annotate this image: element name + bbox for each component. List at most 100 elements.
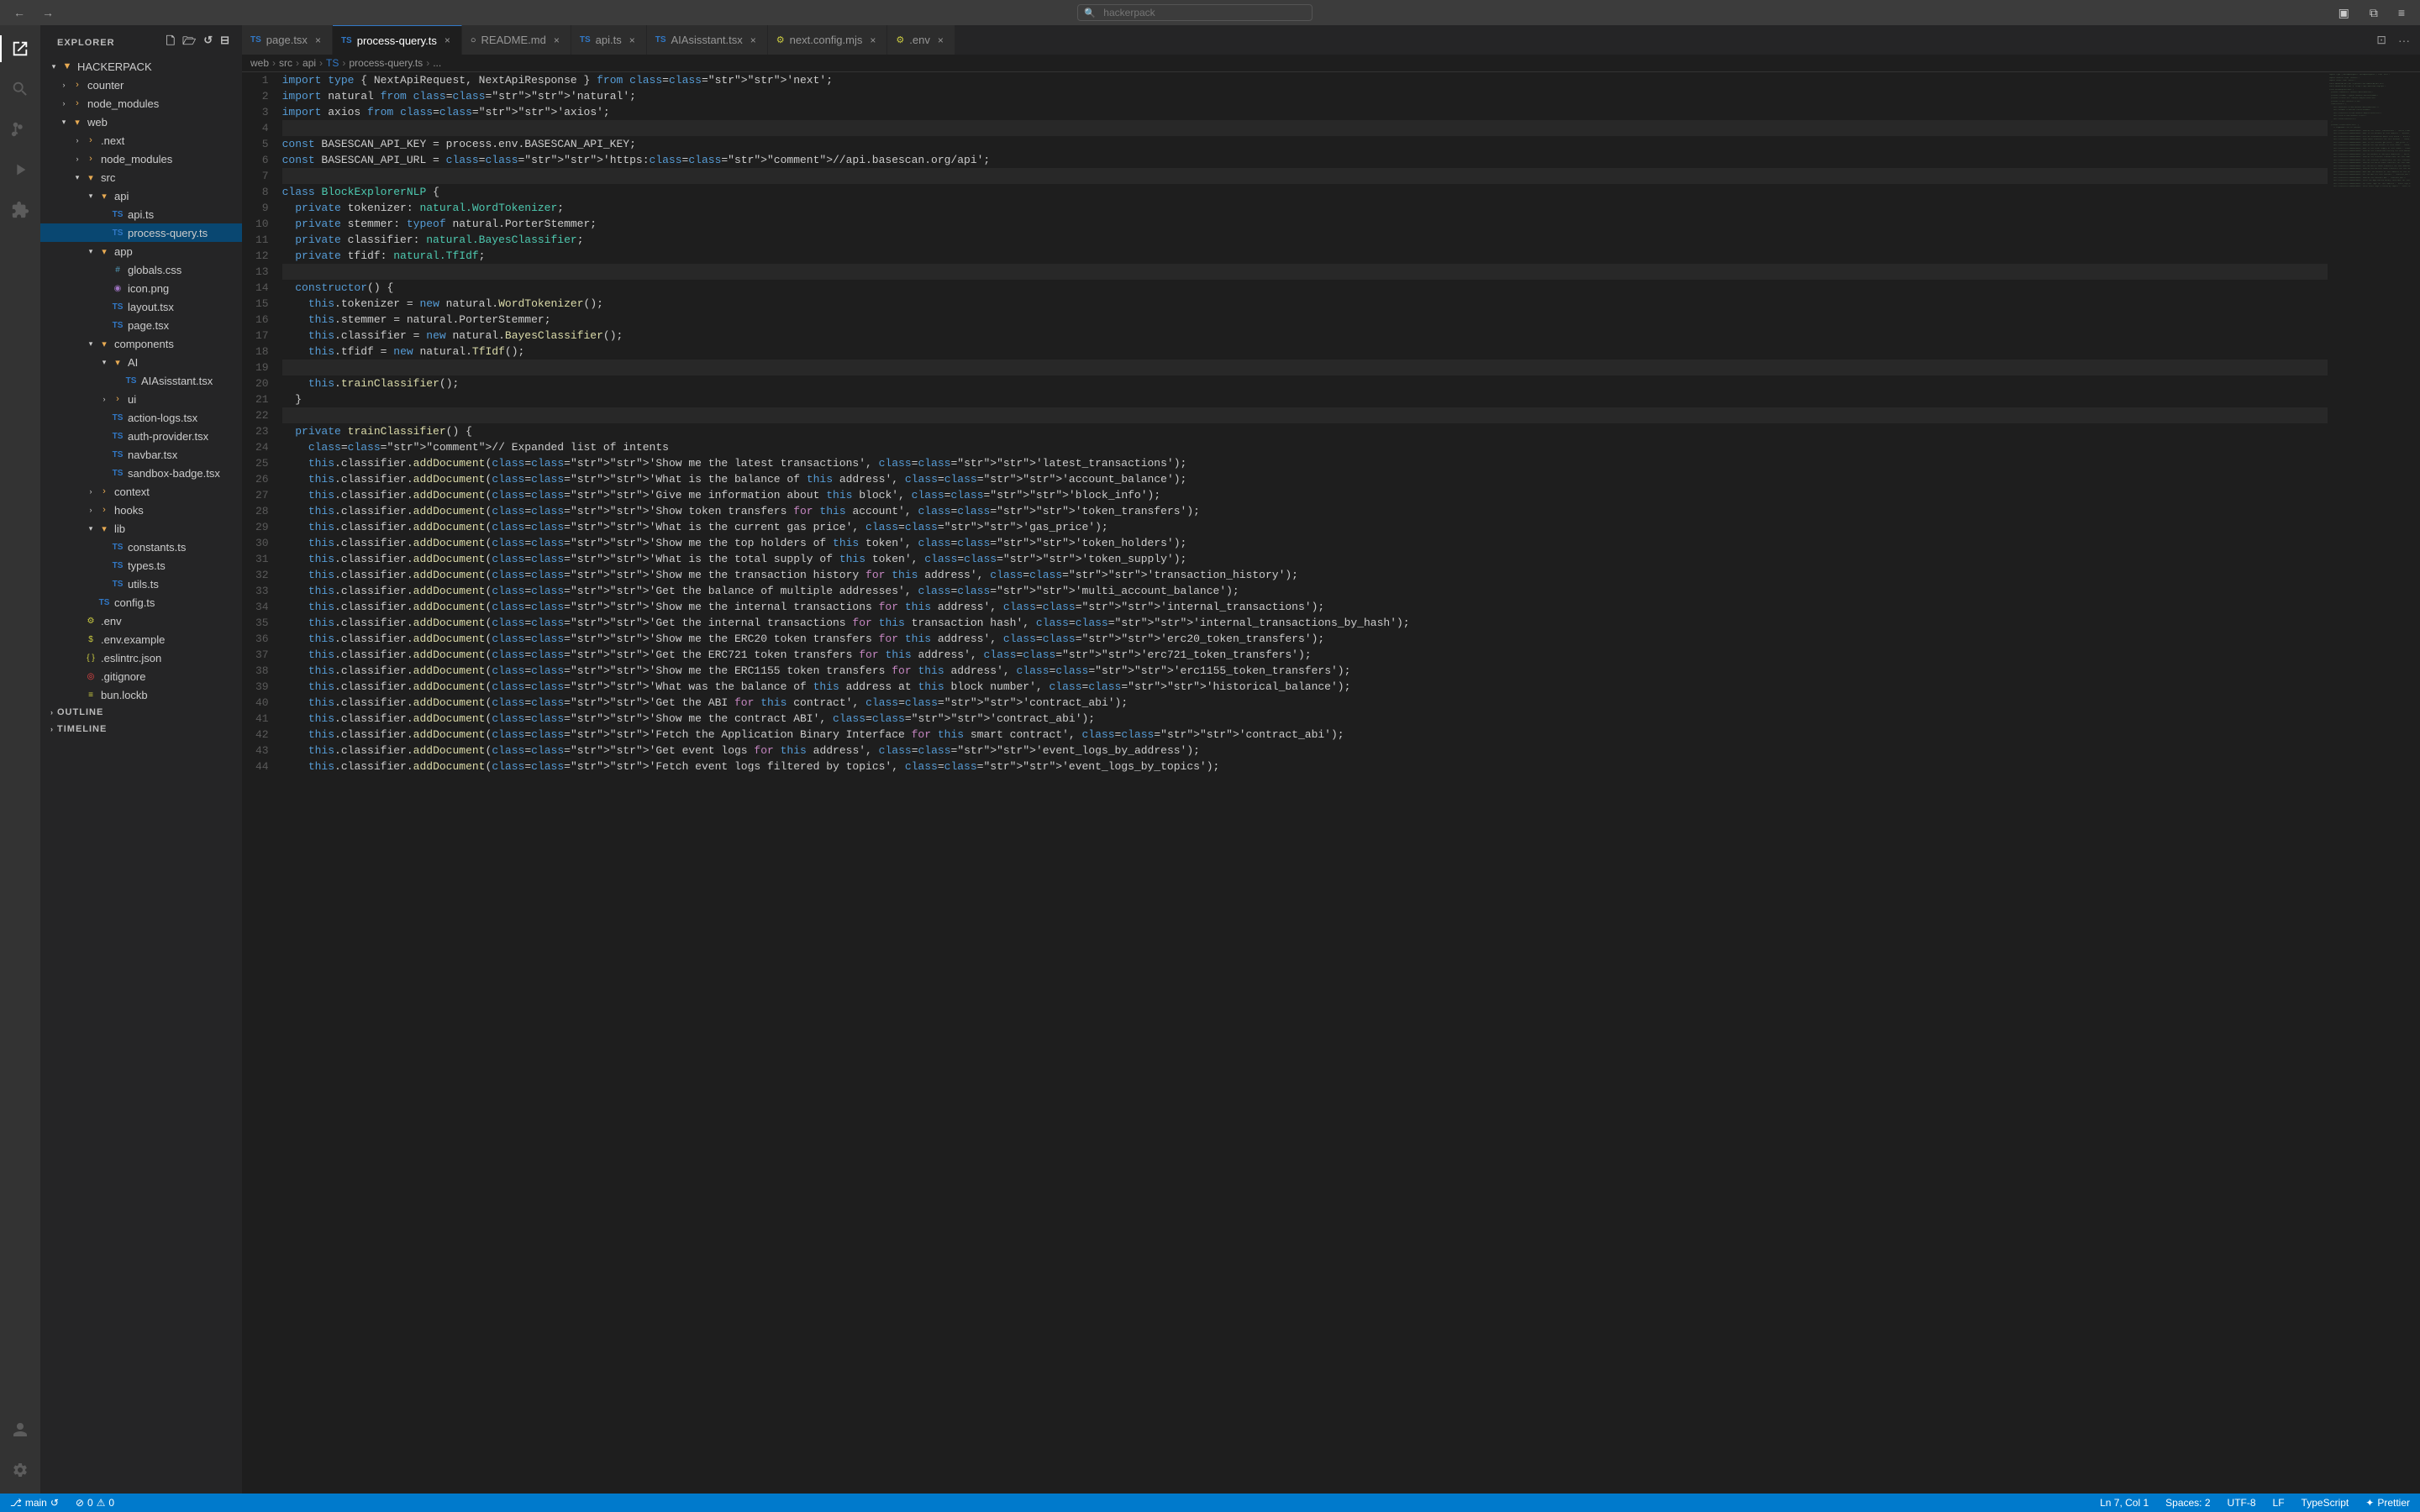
tree-item-app[interactable]: ▾ app [40,242,242,260]
git-branch-status[interactable]: ⎇ main ↺ [7,1494,62,1512]
tree-arrow-context [84,485,97,498]
tree-item-api-ts[interactable]: TS api.ts [40,205,242,223]
tree-item-web[interactable]: ▾ web [40,113,242,131]
json-icon-eslintrc: { } [84,651,97,664]
tree-item-AIAsisstant[interactable]: TS AIAsisstant.tsx [40,371,242,390]
tab-close-api-ts[interactable]: × [627,34,638,47]
tab-icon-next-config: ⚙ [776,34,785,45]
tree-item-bun-lock[interactable]: ≡ bun.lockb [40,685,242,704]
tab-close-env[interactable]: × [935,34,946,47]
tree-item-globals-css[interactable]: # globals.css [40,260,242,279]
collapse-all-icon[interactable]: ⊟ [218,32,232,54]
refresh-explorer-icon[interactable]: ↺ [202,32,215,54]
search-activity-icon[interactable] [0,69,40,109]
tree-item-node-modules-web[interactable]: › node_modules [40,150,242,168]
language-status[interactable]: TypeScript [2298,1494,2353,1512]
tree-item-eslintrc[interactable]: { } .eslintrc.json [40,648,242,667]
tab-close-AIAsisstant[interactable]: × [748,34,759,47]
layout-button[interactable]: ▣ [2332,4,2356,22]
code-content[interactable]: import type { NextApiRequest, NextApiRes… [279,72,2328,1494]
extensions-activity-icon[interactable] [0,190,40,230]
tree-item-counter[interactable]: › counter [40,76,242,94]
tab-close-page-tsx[interactable]: × [313,34,324,47]
tab-close-process-query[interactable]: × [442,34,453,47]
tab-env[interactable]: ⚙ .env × [887,25,955,55]
tree-item-ai[interactable]: ▾ AI [40,353,242,371]
tree-item-process-query[interactable]: TS process-query.ts [40,223,242,242]
breadcrumb: web › src › api › TS › process-query.ts … [242,55,2420,72]
folder-icon-counter: › [71,78,84,92]
source-control-activity-icon[interactable] [0,109,40,150]
tree-item-icon-png[interactable]: ◉ icon.png [40,279,242,297]
tree-label-types-ts: types.ts [128,559,242,572]
cursor-position-status[interactable]: Ln 7, Col 1 [2096,1494,2152,1512]
outline-section-header[interactable]: › OUTLINE [40,704,242,721]
tab-close-readme[interactable]: × [551,34,562,47]
tree-item-sandbox-badge[interactable]: TS sandbox-badge.tsx [40,464,242,482]
tab-readme[interactable]: ○ README.md × [462,25,571,55]
tree-item-navbar[interactable]: TS navbar.tsx [40,445,242,464]
tab-close-next-config[interactable]: × [867,34,878,47]
tree-item-env[interactable]: ⚙ .env [40,612,242,630]
tree-item-utils-ts[interactable]: TS utils.ts [40,575,242,593]
error-count: 0 [87,1497,93,1509]
breadcrumb-src[interactable]: src [279,57,292,69]
more-actions-button[interactable]: ··· [2395,32,2413,49]
explorer-activity-icon[interactable] [0,29,40,69]
folder-icon-app: ▾ [97,244,111,258]
tree-item-gitignore[interactable]: ◎ .gitignore [40,667,242,685]
errors-status[interactable]: ⊘ 0 ⚠ 0 [72,1494,118,1512]
tree-item-hooks[interactable]: › hooks [40,501,242,519]
breadcrumb-ts-label[interactable]: TS [326,57,339,69]
env-icon-env: ⚙ [84,614,97,627]
tree-item-types-ts[interactable]: TS types.ts [40,556,242,575]
tab-AIAsisstant[interactable]: TS AIAsisstant.tsx × [647,25,768,55]
tree-item-api[interactable]: ▾ api [40,186,242,205]
new-file-icon[interactable]: 🗋 [165,32,177,54]
tree-arrow-node-modules-web [71,152,84,165]
tree-arrow-components [84,337,97,350]
nav-forward-button[interactable]: → [37,4,59,21]
tree-item-auth-provider[interactable]: TS auth-provider.tsx [40,427,242,445]
tab-next-config[interactable]: ⚙ next.config.mjs × [768,25,888,55]
settings-activity-icon[interactable] [0,1450,40,1490]
global-search-input[interactable] [1077,4,1313,21]
tree-item-config-ts[interactable]: TS config.ts [40,593,242,612]
nav-back-button[interactable]: ← [8,4,30,21]
tree-label-context: context [114,486,242,498]
timeline-section-header[interactable]: › TIMELINE [40,721,242,738]
tree-item-node-modules-root[interactable]: › node_modules [40,94,242,113]
tree-item-lib[interactable]: ▾ lib [40,519,242,538]
tree-item-layout-tsx[interactable]: TS layout.tsx [40,297,242,316]
run-activity-icon[interactable] [0,150,40,190]
tab-process-query[interactable]: TS process-query.ts × [333,25,462,55]
breadcrumb-more[interactable]: ... [433,57,441,69]
tree-item-next[interactable]: › .next [40,131,242,150]
sync-icon: ↺ [50,1497,59,1509]
new-folder-icon[interactable]: 🗁 [181,32,198,54]
eol-status[interactable]: LF [2270,1494,2288,1512]
indentation-status[interactable]: Spaces: 2 [2162,1494,2213,1512]
more-button[interactable]: ≡ [2391,4,2412,22]
tree-item-action-logs[interactable]: TS action-logs.tsx [40,408,242,427]
breadcrumb-api[interactable]: api [302,57,316,69]
tree-item-hackerpack[interactable]: ▼ HACKERPACK [40,57,242,76]
tab-api-ts[interactable]: TS api.ts × [571,25,647,55]
breadcrumb-filename[interactable]: process-query.ts [349,57,423,69]
tree-item-page-tsx[interactable]: TS page.tsx [40,316,242,334]
prettier-status[interactable]: ✦ Prettier [2362,1494,2413,1512]
tree-item-env-example[interactable]: $ .env.example [40,630,242,648]
tree-item-ui[interactable]: › ui [40,390,242,408]
split-editor-button[interactable]: ⧉ [2363,4,2385,22]
tree-item-components[interactable]: ▾ components [40,334,242,353]
accounts-activity-icon[interactable] [0,1410,40,1450]
tree-item-constants-ts[interactable]: TS constants.ts [40,538,242,556]
warning-icon: ⚠ [97,1497,106,1509]
encoding-status[interactable]: UTF-8 [2224,1494,2260,1512]
tab-page-tsx[interactable]: TS page.tsx × [242,25,333,55]
folder-icon-components: ▾ [97,337,111,350]
tree-item-context[interactable]: › context [40,482,242,501]
split-editor-right-button[interactable]: ⊡ [2373,31,2390,49]
breadcrumb-web[interactable]: web [250,57,269,69]
tree-item-src[interactable]: ▾ src [40,168,242,186]
